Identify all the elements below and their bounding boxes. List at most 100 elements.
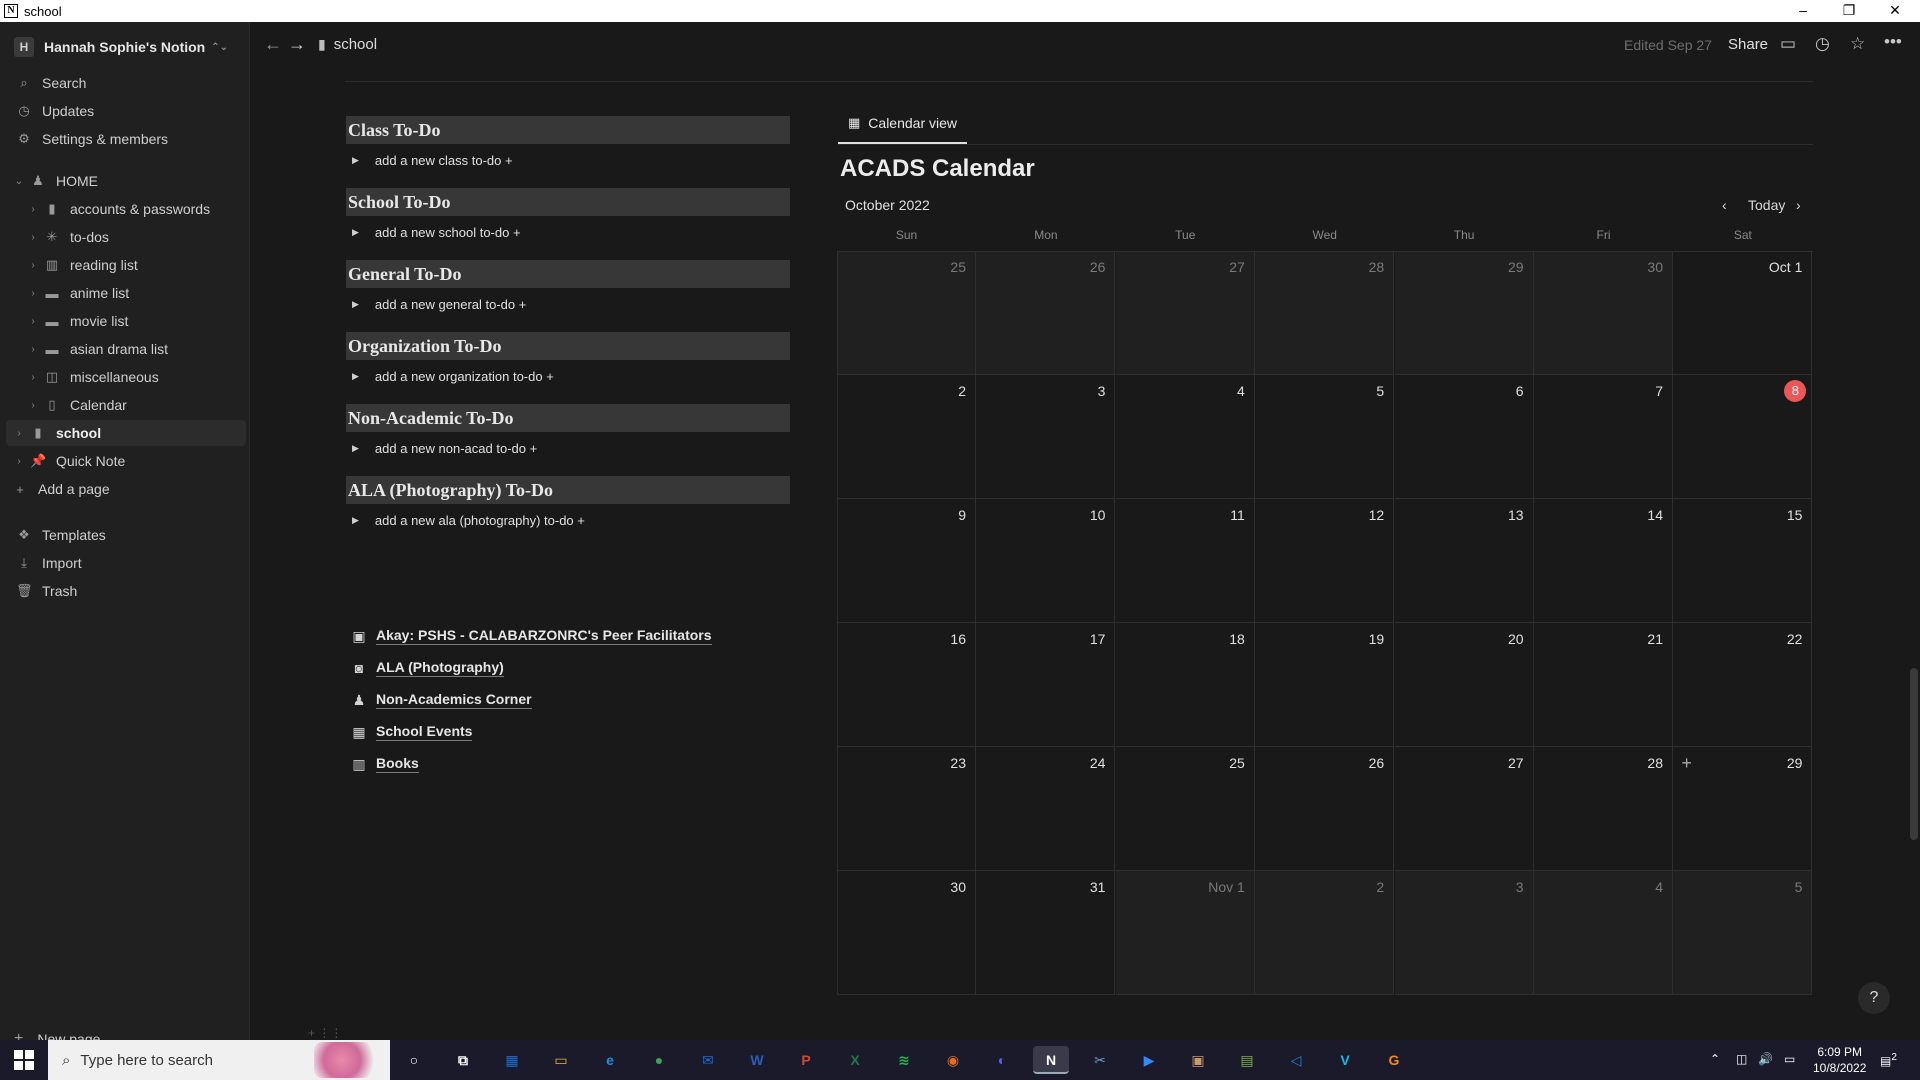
- link-books[interactable]: ▥ Books: [350, 752, 419, 776]
- todo-toggle-class[interactable]: ▶ add a new class to-do +: [352, 149, 513, 171]
- calendar-day-cell[interactable]: 9: [837, 499, 976, 623]
- calendar-day-cell[interactable]: 12: [1255, 499, 1395, 623]
- calendar-day-cell[interactable]: 5: [1255, 375, 1395, 499]
- more-icon[interactable]: •••: [1884, 32, 1902, 52]
- calendar-day-cell[interactable]: Oct 1: [1673, 251, 1813, 375]
- restore-button[interactable]: ❐: [1826, 0, 1872, 22]
- calendar-day-cell[interactable]: 31: [976, 871, 1116, 995]
- back-arrow-icon[interactable]: ←: [264, 34, 282, 55]
- taskbar-search[interactable]: ⌕ Type here to search: [48, 1040, 390, 1080]
- calendar-day-cell[interactable]: 16: [837, 623, 976, 747]
- taskbar-notion-icon[interactable]: N: [1033, 1046, 1069, 1074]
- calendar-day-cell[interactable]: 26: [1255, 747, 1395, 871]
- calendar-day-cell[interactable]: 21: [1534, 623, 1673, 747]
- chevron-right-icon[interactable]: ›: [26, 232, 40, 243]
- scrollbar[interactable]: [1910, 668, 1918, 840]
- taskbar-cortana-icon[interactable]: ○: [396, 1046, 432, 1074]
- calendar-day-cell[interactable]: 5: [1673, 871, 1813, 995]
- taskbar-word-icon[interactable]: W: [739, 1046, 775, 1074]
- calendar-day-cell[interactable]: +29: [1673, 747, 1813, 871]
- add-event-plus-icon[interactable]: +: [1681, 753, 1692, 774]
- sidebar-item-movie[interactable]: › ▬ movie list: [0, 308, 250, 334]
- link-ala-photography[interactable]: ◙ ALA (Photography): [350, 656, 504, 680]
- calendar-day-cell[interactable]: 2: [837, 375, 976, 499]
- workspace-switcher[interactable]: H Hannah Sophie's Notion ⌃⌄: [14, 36, 228, 58]
- calendar-day-cell[interactable]: 8: [1673, 375, 1813, 499]
- sidebar-item-reading[interactable]: › ▥ reading list: [0, 252, 250, 278]
- calendar-day-cell[interactable]: 27: [1394, 747, 1534, 871]
- toggle-triangle-icon[interactable]: ▶: [352, 227, 359, 238]
- calendar-day-cell[interactable]: 4: [1115, 375, 1255, 499]
- calendar-day-cell[interactable]: 26: [976, 251, 1116, 375]
- chevron-up-icon[interactable]: ⌃: [1710, 1052, 1720, 1066]
- taskbar-photos-icon[interactable]: ▣: [1180, 1046, 1216, 1074]
- taskbar-file-explorer-icon[interactable]: ▭: [543, 1046, 579, 1074]
- link-school-events[interactable]: ▦ School Events: [350, 720, 473, 744]
- taskbar-firefox-icon[interactable]: ◉: [935, 1046, 971, 1074]
- chevron-right-icon[interactable]: ›: [26, 288, 40, 299]
- chevron-right-icon[interactable]: ›: [26, 400, 40, 411]
- calendar-day-cell[interactable]: Nov 1: [1115, 871, 1255, 995]
- sidebar-item-home[interactable]: ⌄ ♟ HOME: [0, 168, 250, 194]
- taskbar-clock[interactable]: 6:09 PM 10/8/2022: [1813, 1044, 1866, 1076]
- taskbar-zoom-icon[interactable]: ▶: [1131, 1046, 1167, 1074]
- calendar-day-cell[interactable]: 4: [1534, 871, 1673, 995]
- taskbar-edge-icon[interactable]: e: [592, 1046, 628, 1074]
- chevron-down-icon[interactable]: ⌄: [12, 176, 26, 187]
- block-handle-icon[interactable]: + ⋮⋮: [308, 1026, 342, 1040]
- sidebar-templates[interactable]: ❖ Templates: [0, 522, 250, 548]
- taskbar-excel-icon[interactable]: X: [837, 1046, 873, 1074]
- calendar-day-cell[interactable]: 3: [976, 375, 1116, 499]
- link-akay[interactable]: ▣ Akay: PSHS - CALABARZONRC's Peer Facili…: [350, 624, 712, 648]
- sidebar-item-calendar[interactable]: › ▯ Calendar: [0, 392, 250, 418]
- sidebar-item-asian-drama[interactable]: › ▬ asian drama list: [0, 336, 250, 362]
- calendar-day-cell[interactable]: 11: [1115, 499, 1255, 623]
- star-icon[interactable]: ☆: [1850, 34, 1865, 54]
- chevron-left-icon[interactable]: ‹: [1722, 197, 1727, 213]
- taskbar-mail-icon[interactable]: ✉: [690, 1046, 726, 1074]
- tab-calendar-view[interactable]: ▦ Calendar view: [838, 104, 968, 144]
- calendar-day-cell[interactable]: 30: [837, 871, 976, 995]
- calendar-day-cell[interactable]: 27: [1115, 251, 1255, 375]
- taskbar-spotify-icon[interactable]: ≋: [886, 1046, 922, 1074]
- taskbar-snip-icon[interactable]: ✂: [1082, 1046, 1118, 1074]
- taskbar-discord-icon[interactable]: ◐: [984, 1046, 1020, 1074]
- calendar-day-cell[interactable]: 14: [1534, 499, 1673, 623]
- sidebar-item-quick-note[interactable]: › 📌 Quick Note: [0, 448, 250, 474]
- todo-toggle-school[interactable]: ▶ add a new school to-do +: [352, 221, 521, 243]
- taskbar-notepad-icon[interactable]: ▤: [1229, 1046, 1265, 1074]
- sidebar-item-accounts[interactable]: › ▮ accounts & passwords: [0, 196, 250, 222]
- sidebar-search[interactable]: ⌕ Search: [0, 70, 250, 96]
- toggle-triangle-icon[interactable]: ▶: [352, 299, 359, 310]
- notification-icon[interactable]: ▤2: [1880, 1052, 1897, 1068]
- calendar-day-cell[interactable]: 25: [837, 251, 976, 375]
- toggle-triangle-icon[interactable]: ▶: [352, 371, 359, 382]
- sidebar-import[interactable]: ⤓ Import: [0, 550, 250, 576]
- sidebar-item-anime[interactable]: › ▬ anime list: [0, 280, 250, 306]
- sidebar-trash[interactable]: 🗑 Trash: [0, 578, 250, 604]
- link-non-academics[interactable]: ♟ Non-Academics Corner: [350, 688, 532, 712]
- calendar-day-cell[interactable]: 24: [976, 747, 1116, 871]
- calendar-day-cell[interactable]: 17: [976, 623, 1116, 747]
- taskbar-task-view-icon[interactable]: ⧉: [445, 1046, 481, 1074]
- calendar-day-cell[interactable]: 10: [976, 499, 1116, 623]
- calendar-day-cell[interactable]: 28: [1534, 747, 1673, 871]
- breadcrumb[interactable]: ▮ school: [318, 36, 377, 53]
- share-button[interactable]: Share: [1728, 36, 1768, 53]
- taskbar-app-orange-icon[interactable]: G: [1376, 1046, 1412, 1074]
- todo-toggle-general[interactable]: ▶ add a new general to-do +: [352, 293, 526, 315]
- windows-start-icon[interactable]: [14, 1050, 34, 1070]
- taskbar-store-icon[interactable]: ▦: [494, 1046, 530, 1074]
- calendar-day-cell[interactable]: 3: [1394, 871, 1534, 995]
- sidebar-item-school[interactable]: › ▮ school: [6, 420, 246, 446]
- calendar-day-cell[interactable]: 13: [1394, 499, 1534, 623]
- chevron-right-icon[interactable]: ›: [12, 428, 26, 439]
- sidebar-settings[interactable]: ⚙ Settings & members: [0, 126, 250, 152]
- close-button[interactable]: ✕: [1872, 0, 1918, 22]
- chevron-right-icon[interactable]: ›: [26, 204, 40, 215]
- calendar-day-cell[interactable]: 6: [1394, 375, 1534, 499]
- taskbar-vimeo-icon[interactable]: V: [1327, 1046, 1363, 1074]
- calendar-day-cell[interactable]: 29: [1394, 251, 1534, 375]
- volume-icon[interactable]: 🔊: [1758, 1052, 1773, 1066]
- forward-arrow-icon[interactable]: →: [288, 34, 306, 55]
